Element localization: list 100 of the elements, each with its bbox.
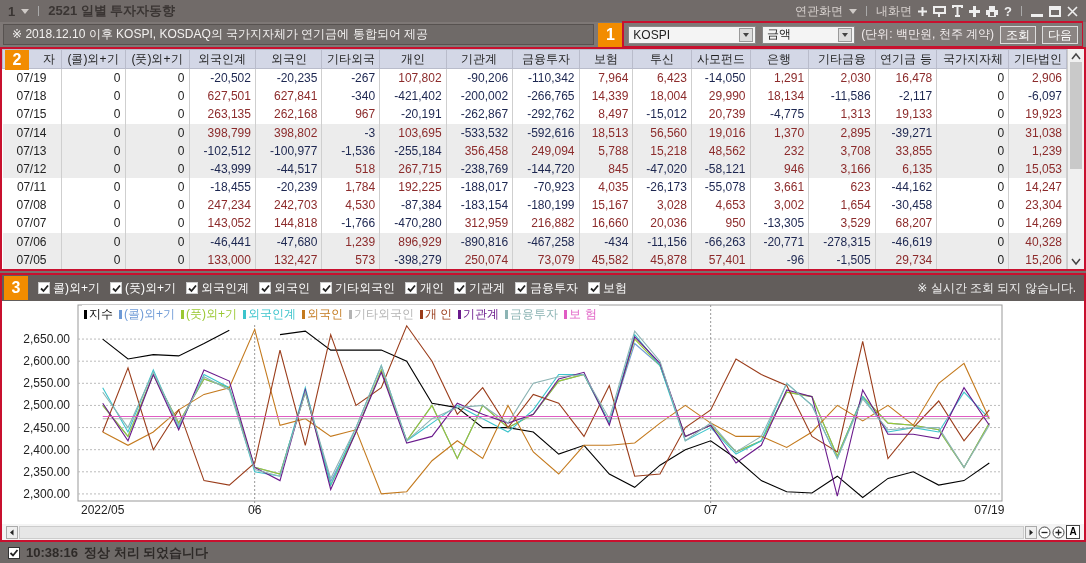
section-badge: 1	[598, 22, 623, 47]
table-cell: 192,225	[379, 178, 447, 197]
table-cell: 143,052	[189, 214, 256, 233]
y-axis-label: 2,450.00	[23, 420, 70, 435]
table-cell: 0	[125, 87, 189, 106]
table-cell: 103,695	[379, 123, 447, 142]
legend-label: 개 인	[425, 306, 453, 323]
table-cell: 68,207	[875, 214, 937, 233]
table-cell: 07/07	[2, 214, 61, 233]
table-cell: 7,964	[579, 68, 633, 88]
table-cell: -20,239	[255, 178, 322, 197]
legend-label: (콜)외+기	[124, 306, 175, 323]
table-cell: -39,271	[875, 123, 937, 142]
table-cell: -11,586	[808, 87, 876, 106]
table-cell: 0	[61, 214, 125, 233]
table-cell: -183,154	[446, 196, 513, 215]
table-cell: -1,766	[321, 214, 380, 233]
table-cell: 0	[936, 68, 1009, 88]
table-cell: -20,235	[255, 68, 322, 88]
y-axis-label: 2,300.00	[23, 486, 70, 501]
table-cell: -46,441	[189, 232, 256, 251]
table-cell: -262,867	[446, 105, 513, 124]
table-cell: 1,654	[808, 196, 876, 215]
table-cell: 247,234	[189, 196, 256, 215]
table-cell: 263,135	[189, 105, 256, 124]
table-cell: 0	[936, 105, 1009, 124]
table-cell: 1,291	[750, 68, 809, 88]
table-cell: 07/19	[2, 68, 61, 88]
table-cell: 1,784	[321, 178, 380, 197]
table-cell: 216,882	[512, 214, 579, 233]
table-cell: 20,036	[632, 214, 692, 233]
table-cell: -87,384	[379, 196, 447, 215]
table-cell: -278,315	[808, 232, 876, 251]
table-cell: 3,529	[808, 214, 876, 233]
table-cell: 0	[61, 178, 125, 197]
legend-label: 기타외국인	[354, 306, 414, 323]
table-cell: 19,016	[691, 123, 751, 142]
table-cell: 398,802	[255, 123, 322, 142]
table-cell: -47,680	[255, 232, 322, 251]
x-axis-label: 07/19	[974, 503, 1005, 517]
table-cell: 14,339	[579, 87, 633, 106]
table-cell: 23,304	[1008, 196, 1067, 215]
table-cell: -26,173	[632, 178, 692, 197]
table-cell: -66,263	[691, 232, 751, 251]
window-title: 2521 일별 투자자동향	[48, 2, 176, 20]
table-cell: -266,765	[512, 87, 579, 106]
table-cell: 0	[125, 178, 189, 197]
table-cell: 950	[691, 214, 751, 233]
table-cell: 0	[61, 196, 125, 215]
legend-label: 지수	[89, 306, 113, 323]
table-cell: 0	[61, 232, 125, 251]
table-cell: 3,028	[632, 196, 692, 215]
table-cell: -3	[321, 123, 380, 142]
status-message: 정상 처리 되었습니다	[84, 543, 209, 562]
table-cell: 40,328	[1008, 232, 1067, 251]
table-cell: -6,097	[1008, 87, 1067, 106]
table-cell: -15,012	[632, 105, 692, 124]
table-cell: -421,402	[379, 87, 447, 106]
x-axis-label: 06	[248, 503, 262, 517]
table-cell: 623	[808, 178, 876, 197]
table-cell: -890,816	[446, 232, 513, 251]
table-cell: 0	[936, 196, 1009, 215]
table-cell: -18,455	[189, 178, 256, 197]
table-cell: 0	[936, 87, 1009, 106]
y-axis-label: 2,550.00	[23, 376, 70, 391]
realtime-note: ※ 실시간 조회 되지 않습니다.	[917, 279, 1076, 297]
table-cell: -14,050	[691, 68, 751, 88]
y-axis-label: 2,500.00	[23, 398, 70, 413]
table-cell: 107,802	[379, 68, 447, 88]
table-cell: -110,342	[512, 68, 579, 88]
notice-text: ※ 2018.12.10 이후 KOSPI, KOSDAQ의 국가지자체가 연기금에 통합되어 제공	[3, 24, 595, 45]
table-cell: -200,002	[446, 87, 513, 106]
table-cell: 398,799	[189, 123, 256, 142]
legend-label: 외국인	[307, 306, 343, 323]
table-cell: 07/14	[2, 123, 61, 142]
legend-label: 기관계	[463, 306, 500, 323]
table-cell: 312,959	[446, 214, 513, 233]
table-cell: 07/15	[2, 105, 61, 124]
table-cell: 14,247	[1008, 178, 1067, 197]
legend-label: 금융투자	[510, 306, 559, 323]
table-cell: 07/06	[2, 232, 61, 251]
table-cell: 6,423	[632, 68, 692, 88]
table-cell: -11,156	[632, 232, 692, 251]
table-cell: 1,239	[321, 232, 380, 251]
table-cell: 242,703	[255, 196, 322, 215]
table-cell: 16,478	[875, 68, 937, 88]
table-cell: -4,775	[750, 105, 809, 124]
table-cell: 20,739	[691, 105, 751, 124]
table-cell: -340	[321, 87, 380, 106]
table-cell: -2,117	[875, 87, 937, 106]
table-cell: -470,280	[379, 214, 447, 233]
table-cell: 0	[936, 232, 1009, 251]
table-cell: 0	[125, 68, 189, 88]
status-time: 10:38:16	[26, 545, 79, 560]
table-cell: -90,206	[446, 68, 513, 88]
table-cell: 0	[936, 214, 1009, 233]
table-cell: 0	[61, 105, 125, 124]
table-cell: 1,313	[808, 105, 876, 124]
x-axis-label: 2022/05	[80, 503, 125, 517]
table-cell: 0	[125, 123, 189, 142]
